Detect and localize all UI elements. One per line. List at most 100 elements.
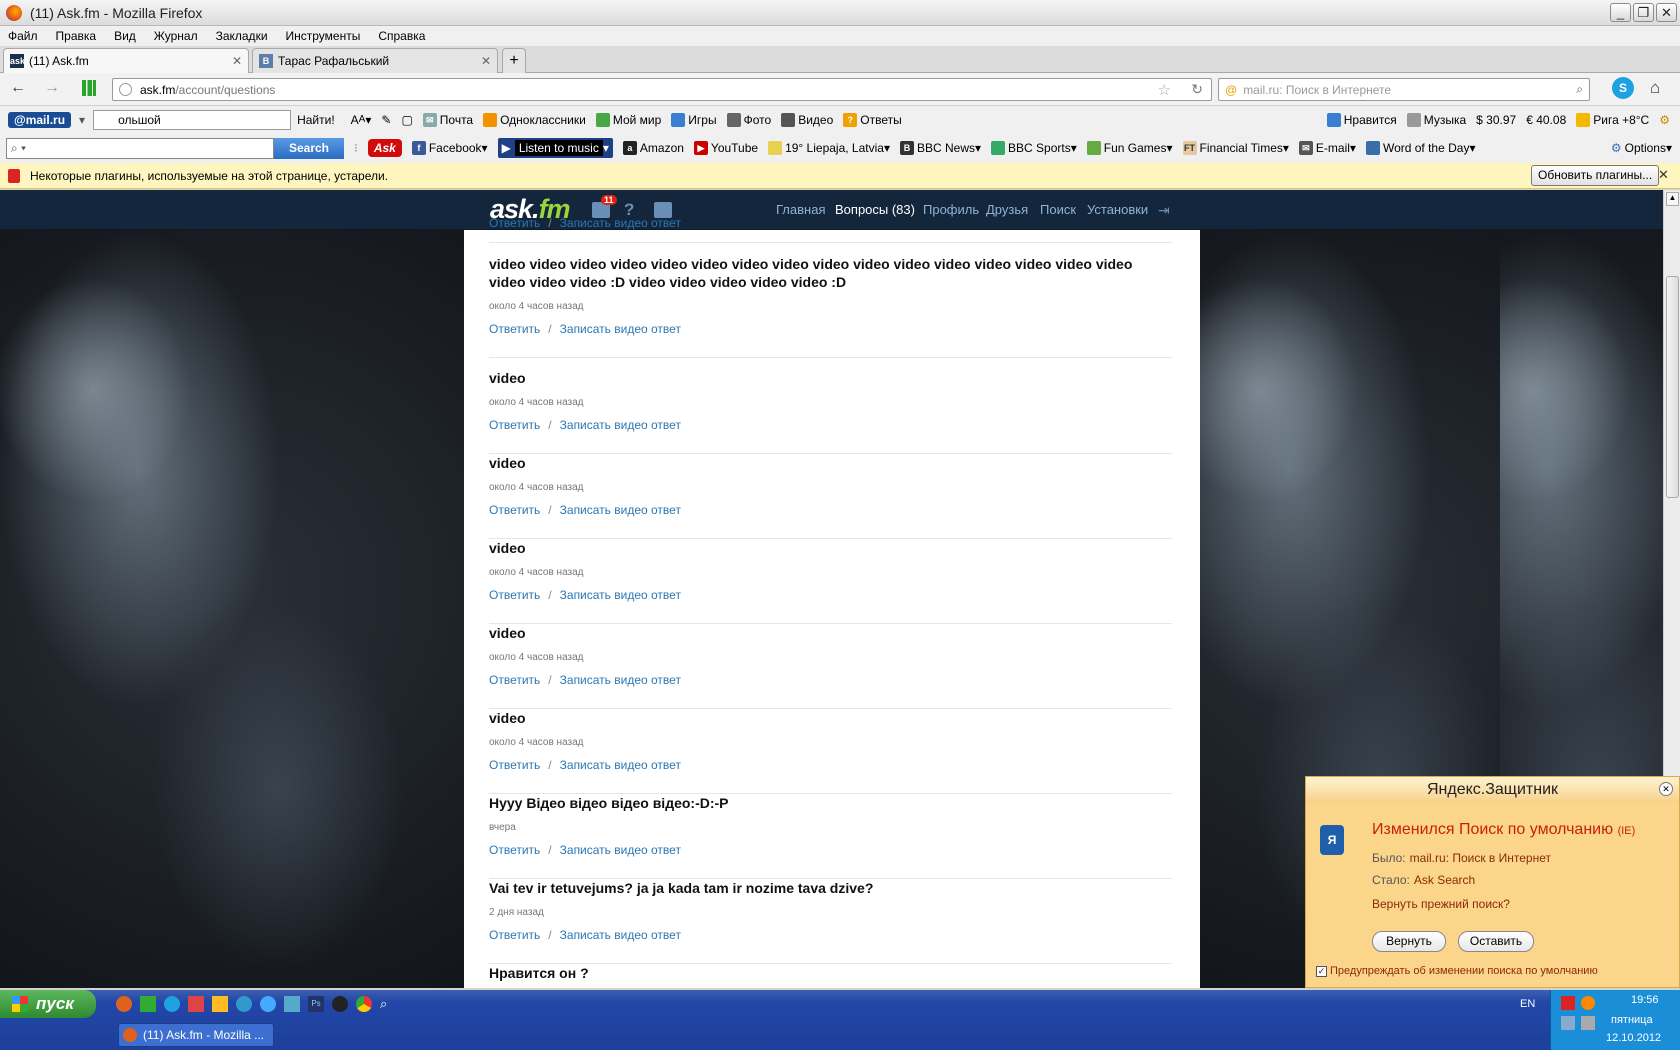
keep-button[interactable]: Оставить [1458, 931, 1534, 952]
answers-link[interactable]: ? Ответы [843, 112, 902, 127]
find-button[interactable]: Найти! [297, 113, 335, 127]
settings-gear-icon[interactable]: ⚙ [1659, 113, 1670, 127]
ask-search-input[interactable]: ⌕ ▾ [6, 137, 274, 159]
answer-link[interactable]: Ответить [489, 928, 540, 942]
menu-help[interactable]: Справка [378, 29, 425, 43]
return-button[interactable]: Вернуть [1372, 931, 1446, 952]
back-arrow-icon[interactable]: ← [10, 79, 26, 97]
menu-file[interactable]: Файл [8, 29, 38, 43]
address-bar[interactable]: ask.fm/account/questions ☆ ↻ [112, 78, 1212, 101]
video-answer-link[interactable]: Записать видео ответ [560, 843, 681, 857]
taskbar-firefox-window[interactable]: (11) Ask.fm - Mozilla ... [118, 1023, 274, 1047]
video-answer-link[interactable]: Записать видео ответ [560, 418, 681, 432]
app-quicklaunch-icon[interactable] [140, 996, 156, 1012]
amazon-link[interactable]: a Amazon [622, 141, 684, 155]
weather-button[interactable]: Рига +8°C [1576, 112, 1649, 127]
bbc-news-link[interactable]: B BBC News ▾ [899, 141, 981, 155]
tab-askfm[interactable]: ask (11) Ask.fm ✕ [3, 48, 249, 73]
app2-quicklaunch-icon[interactable] [332, 996, 348, 1012]
nav-questions[interactable]: Вопросы (83) [835, 202, 915, 217]
bbc-sports-link[interactable]: BBC Sports ▾ [991, 141, 1077, 155]
video-answer-link[interactable]: Записать видео ответ [560, 673, 681, 687]
menu-tools[interactable]: Инструменты [286, 29, 361, 43]
menu-bookmarks[interactable]: Закладки [216, 29, 268, 43]
skype-quicklaunch-icon[interactable] [164, 996, 180, 1012]
paint-quicklaunch-icon[interactable] [188, 996, 204, 1012]
email-link[interactable]: ✉ E-mail ▾ [1298, 141, 1356, 155]
highlight-icon[interactable]: ✎ [381, 113, 391, 127]
video-answer-link[interactable]: Записать видео ответ [560, 588, 681, 602]
ask-logo-icon[interactable]: Ask [367, 139, 402, 157]
search-quicklaunch-icon[interactable]: ⌕ [380, 996, 396, 1012]
music-button[interactable]: Музыка [1406, 112, 1466, 127]
listen-music-widget[interactable]: ▶ Listen to music ▾ [497, 138, 613, 158]
tab-vk[interactable]: B Тарас Рафальський ✕ [252, 48, 498, 73]
chevron-down-icon[interactable]: ▾ [79, 113, 85, 127]
reload-icon[interactable]: ↻ [1191, 81, 1203, 98]
youtube-link[interactable]: ▶ YouTube [693, 141, 758, 155]
video-answer-link[interactable]: Записать видео ответ [560, 322, 681, 336]
usd-rate[interactable]: $ 30.97 [1476, 113, 1516, 127]
menu-view[interactable]: Вид [114, 29, 136, 43]
nav-profile[interactable]: Профиль [923, 202, 979, 217]
menu-history[interactable]: Журнал [154, 29, 198, 43]
answer-link[interactable]: Ответить [489, 843, 540, 857]
answer-link[interactable]: Ответить [489, 503, 540, 517]
skype-icon[interactable]: S [1612, 77, 1634, 99]
ask-search-button[interactable]: Search [274, 137, 344, 159]
forward-arrow-icon[interactable]: → [44, 79, 60, 97]
scroll-up-arrow-icon[interactable]: ▲ [1666, 192, 1679, 206]
close-icon[interactable]: ✕ [1658, 167, 1669, 183]
search-box[interactable]: @ mail.ru: Поиск в Интернете ⌕ [1218, 78, 1590, 101]
video-answer-link[interactable]: Записать видео ответ [560, 758, 681, 772]
nav-friends[interactable]: Друзья [986, 202, 1028, 217]
tray-network-icon[interactable] [1561, 1016, 1575, 1030]
like-button[interactable]: Нравится [1326, 112, 1397, 127]
answer-link[interactable]: Ответить [489, 758, 540, 772]
moimir-link[interactable]: Мой мир [595, 112, 661, 127]
bookmark-star-icon[interactable]: ☆ [1158, 81, 1171, 99]
odnoklassniki-link[interactable]: Одноклассники [483, 112, 586, 127]
answer-link[interactable]: Ответить [489, 588, 540, 602]
video-answer-link[interactable]: Записать видео ответ [560, 216, 681, 230]
eur-rate[interactable]: € 40.08 [1526, 113, 1566, 127]
search-icon[interactable]: ⌕ [1576, 82, 1583, 97]
page-icon[interactable]: ▢ [401, 113, 412, 127]
ie-quicklaunch-icon[interactable] [260, 996, 276, 1012]
video-link[interactable]: Видео [781, 112, 833, 127]
answer-link[interactable]: Ответить [489, 322, 540, 336]
nav-home[interactable]: Главная [776, 202, 825, 217]
answer-link[interactable]: Ответить [489, 418, 540, 432]
mail-link[interactable]: ✉ Почта [422, 112, 473, 127]
tray-mailru-icon[interactable] [1581, 996, 1595, 1010]
chrome-quicklaunch-icon[interactable] [356, 996, 372, 1012]
tab-close-icon[interactable]: ✕ [232, 54, 242, 68]
answer-link[interactable]: Ответить [489, 673, 540, 687]
update-plugins-button[interactable]: Обновить плагины... [1531, 165, 1660, 186]
winamp-quicklaunch-icon[interactable] [212, 996, 228, 1012]
firefox-quicklaunch-icon[interactable] [116, 996, 132, 1012]
menu-edit[interactable]: Правка [56, 29, 97, 43]
site-identity-icon[interactable] [119, 83, 132, 96]
weather-link[interactable]: 19° Liepaja, Latvia ▾ [768, 141, 890, 155]
font-size-icon[interactable]: AA ▾ [351, 113, 372, 127]
video-answer-link[interactable]: Записать видео ответ [560, 503, 681, 517]
tray-volume-icon[interactable] [1581, 1016, 1595, 1030]
nav-search[interactable]: Поиск [1040, 202, 1076, 217]
financial-times-link[interactable]: FT Financial Times ▾ [1182, 141, 1289, 155]
tray-app-icon[interactable] [1561, 996, 1575, 1010]
video-answer-link[interactable]: Записать видео ответ [560, 928, 681, 942]
nav-settings[interactable]: Установки [1087, 202, 1148, 217]
scrollbar-thumb[interactable] [1666, 276, 1679, 498]
word-of-day-link[interactable]: Word of the Day ▾ [1365, 141, 1475, 155]
maximize-button[interactable]: ❐ [1633, 3, 1654, 22]
games-link[interactable]: Игры [671, 112, 717, 127]
warn-checkbox[interactable]: ✓ [1316, 965, 1327, 977]
play-icon[interactable]: ▶ [502, 141, 511, 155]
options-button[interactable]: ⚙ Options ▾ [1611, 141, 1672, 155]
photoshop-quicklaunch-icon[interactable]: Ps [308, 996, 324, 1012]
explorer-quicklaunch-icon[interactable] [284, 996, 300, 1012]
facebook-link[interactable]: f Facebook ▾ [411, 141, 488, 155]
tab-close-icon[interactable]: ✕ [481, 54, 491, 68]
photo-link[interactable]: Фото [726, 112, 771, 127]
